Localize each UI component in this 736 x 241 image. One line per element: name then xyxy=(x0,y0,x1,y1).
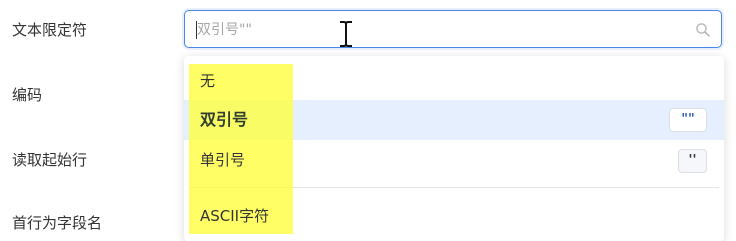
option-ascii-char[interactable]: ASCII字符 xyxy=(184,196,724,236)
start-row-label: 读取起始行 xyxy=(12,151,88,169)
option-label: 双引号 xyxy=(200,110,249,129)
option-label: 单引号 xyxy=(200,151,246,169)
double-quote-badge: "" xyxy=(669,108,707,132)
option-label: 无 xyxy=(200,72,216,90)
single-quote-badge: '' xyxy=(678,149,707,173)
option-double-quote[interactable]: 双引号 "" xyxy=(184,100,724,140)
text-qualifier-label: 文本限定符 xyxy=(12,21,88,39)
option-label: ASCII字符 xyxy=(200,207,270,225)
encoding-label: 编码 xyxy=(12,86,43,104)
text-qualifier-dropdown: 无 双引号 "" 单引号 '' ASCII字符 xyxy=(184,56,724,241)
option-none[interactable]: 无 xyxy=(184,61,724,101)
ibeam-cursor-icon xyxy=(337,20,355,48)
option-divider xyxy=(189,187,719,188)
option-single-quote[interactable]: 单引号 '' xyxy=(184,140,724,180)
text-qualifier-select[interactable]: 双引号"" xyxy=(184,10,722,48)
import-settings-panel: 文本限定符 编码 读取起始行 首行为字段名 双引号"" 无 双引号 "" 单引号… xyxy=(0,0,736,241)
text-qualifier-placeholder: 双引号"" xyxy=(197,22,252,38)
first-row-header-label: 首行为字段名 xyxy=(12,214,103,232)
search-icon xyxy=(695,22,711,38)
